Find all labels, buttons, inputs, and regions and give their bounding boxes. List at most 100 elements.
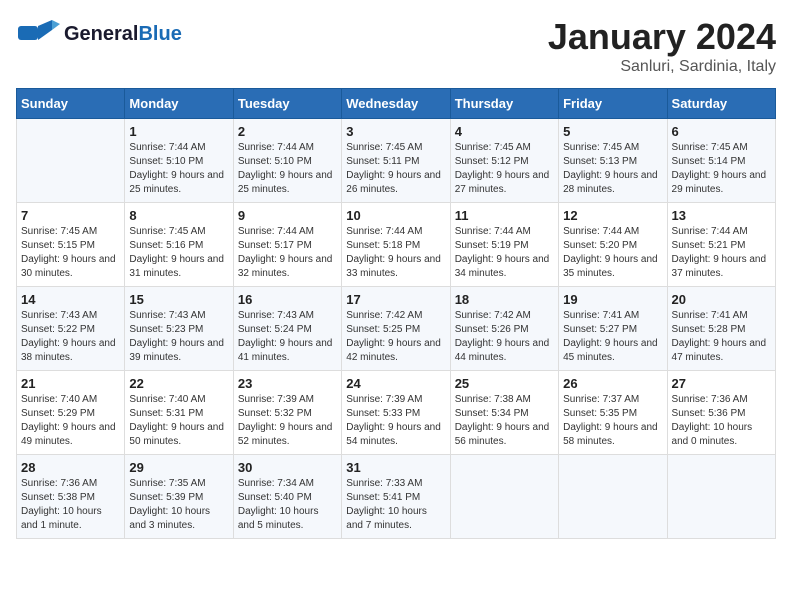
day-number: 17: [346, 292, 445, 307]
calendar-cell: 7 Sunrise: 7:45 AMSunset: 5:15 PMDaylight…: [17, 203, 125, 287]
day-number: 31: [346, 460, 445, 475]
weekday-header: Sunday: [17, 89, 125, 119]
day-info: Sunrise: 7:43 AMSunset: 5:22 PMDaylight:…: [21, 309, 120, 365]
weekday-header: Wednesday: [342, 89, 450, 119]
day-number: 16: [238, 292, 337, 307]
day-number: 30: [238, 460, 337, 475]
day-number: 1: [129, 124, 228, 139]
calendar-cell: 12 Sunrise: 7:44 AMSunset: 5:20 PMDayligh…: [559, 203, 667, 287]
logo: GeneralBlue: [16, 16, 182, 52]
logo-text: GeneralBlue: [64, 23, 182, 45]
day-number: 6: [672, 124, 771, 139]
day-number: 10: [346, 208, 445, 223]
day-number: 18: [455, 292, 554, 307]
calendar-cell: 31 Sunrise: 7:33 AMSunset: 5:41 PMDayligh…: [342, 455, 450, 539]
calendar-cell: 4 Sunrise: 7:45 AMSunset: 5:12 PMDaylight…: [450, 119, 558, 203]
day-number: 29: [129, 460, 228, 475]
day-info: Sunrise: 7:33 AMSunset: 5:41 PMDaylight:…: [346, 477, 445, 533]
day-info: Sunrise: 7:44 AMSunset: 5:19 PMDaylight:…: [455, 225, 554, 281]
weekday-header: Thursday: [450, 89, 558, 119]
day-number: 23: [238, 376, 337, 391]
day-info: Sunrise: 7:45 AMSunset: 5:15 PMDaylight:…: [21, 225, 120, 281]
day-number: 26: [563, 376, 662, 391]
day-info: Sunrise: 7:36 AMSunset: 5:36 PMDaylight:…: [672, 393, 771, 449]
day-info: Sunrise: 7:45 AMSunset: 5:14 PMDaylight:…: [672, 141, 771, 197]
day-info: Sunrise: 7:39 AMSunset: 5:32 PMDaylight:…: [238, 393, 337, 449]
day-number: 8: [129, 208, 228, 223]
calendar-cell: 2Sunrise: 7:44 AMSunset: 5:10 PMDaylight…: [233, 119, 341, 203]
calendar-cell: [450, 455, 558, 539]
calendar-cell: 18 Sunrise: 7:42 AMSunset: 5:26 PMDayligh…: [450, 287, 558, 371]
calendar-cell: 21 Sunrise: 7:40 AMSunset: 5:29 PMDayligh…: [17, 371, 125, 455]
calendar-week-row: 1Sunrise: 7:44 AMSunset: 5:10 PMDaylight…: [17, 119, 776, 203]
day-number: 22: [129, 376, 228, 391]
day-info: Sunrise: 7:45 AMSunset: 5:11 PMDaylight:…: [346, 141, 445, 197]
calendar-week-row: 7 Sunrise: 7:45 AMSunset: 5:15 PMDaylight…: [17, 203, 776, 287]
location-title: Sanluri, Sardinia, Italy: [548, 58, 776, 76]
calendar-cell: 9Sunrise: 7:44 AMSunset: 5:17 PMDaylight…: [233, 203, 341, 287]
day-number: 12: [563, 208, 662, 223]
calendar-cell: 3Sunrise: 7:45 AMSunset: 5:11 PMDaylight…: [342, 119, 450, 203]
calendar-cell: 20 Sunrise: 7:41 AMSunset: 5:28 PMDayligh…: [667, 287, 775, 371]
day-number: 7: [21, 208, 120, 223]
calendar-cell: 11 Sunrise: 7:44 AMSunset: 5:19 PMDayligh…: [450, 203, 558, 287]
calendar-cell: 30 Sunrise: 7:34 AMSunset: 5:40 PMDayligh…: [233, 455, 341, 539]
day-number: 20: [672, 292, 771, 307]
day-number: 13: [672, 208, 771, 223]
day-number: 11: [455, 208, 554, 223]
day-info: Sunrise: 7:38 AMSunset: 5:34 PMDaylight:…: [455, 393, 554, 449]
calendar-cell: 24Sunrise: 7:39 AMSunset: 5:33 PMDayligh…: [342, 371, 450, 455]
day-info: Sunrise: 7:42 AMSunset: 5:26 PMDaylight:…: [455, 309, 554, 365]
calendar-cell: 1Sunrise: 7:44 AMSunset: 5:10 PMDaylight…: [125, 119, 233, 203]
day-number: 4: [455, 124, 554, 139]
calendar-cell: [667, 455, 775, 539]
day-info: Sunrise: 7:43 AMSunset: 5:23 PMDaylight:…: [129, 309, 228, 365]
calendar-cell: 10 Sunrise: 7:44 AMSunset: 5:18 PMDayligh…: [342, 203, 450, 287]
day-info: Sunrise: 7:45 AMSunset: 5:13 PMDaylight:…: [563, 141, 662, 197]
day-info: Sunrise: 7:41 AMSunset: 5:28 PMDaylight:…: [672, 309, 771, 365]
day-info: Sunrise: 7:45 AMSunset: 5:12 PMDaylight:…: [455, 141, 554, 197]
day-number: 27: [672, 376, 771, 391]
calendar-cell: 14 Sunrise: 7:43 AMSunset: 5:22 PMDayligh…: [17, 287, 125, 371]
day-info: Sunrise: 7:34 AMSunset: 5:40 PMDaylight:…: [238, 477, 337, 533]
day-info: Sunrise: 7:40 AMSunset: 5:29 PMDaylight:…: [21, 393, 120, 449]
calendar-cell: [17, 119, 125, 203]
day-number: 24: [346, 376, 445, 391]
weekday-header: Monday: [125, 89, 233, 119]
calendar-week-row: 28Sunrise: 7:36 AMSunset: 5:38 PMDayligh…: [17, 455, 776, 539]
calendar-cell: 25 Sunrise: 7:38 AMSunset: 5:34 PMDayligh…: [450, 371, 558, 455]
calendar-cell: 22Sunrise: 7:40 AMSunset: 5:31 PMDayligh…: [125, 371, 233, 455]
calendar-cell: 8Sunrise: 7:45 AMSunset: 5:16 PMDaylight…: [125, 203, 233, 287]
title-area: January 2024 Sanluri, Sardinia, Italy: [548, 16, 776, 76]
day-info: Sunrise: 7:37 AMSunset: 5:35 PMDaylight:…: [563, 393, 662, 449]
day-number: 14: [21, 292, 120, 307]
day-info: Sunrise: 7:42 AMSunset: 5:25 PMDaylight:…: [346, 309, 445, 365]
calendar-cell: 5Sunrise: 7:45 AMSunset: 5:13 PMDaylight…: [559, 119, 667, 203]
calendar-cell: 28Sunrise: 7:36 AMSunset: 5:38 PMDayligh…: [17, 455, 125, 539]
day-info: Sunrise: 7:41 AMSunset: 5:27 PMDaylight:…: [563, 309, 662, 365]
day-info: Sunrise: 7:35 AMSunset: 5:39 PMDaylight:…: [129, 477, 228, 533]
page-header: GeneralBlue January 2024 Sanluri, Sardin…: [16, 16, 776, 76]
day-number: 28: [21, 460, 120, 475]
day-info: Sunrise: 7:44 AMSunset: 5:20 PMDaylight:…: [563, 225, 662, 281]
month-title: January 2024: [548, 16, 776, 58]
day-number: 19: [563, 292, 662, 307]
day-number: 15: [129, 292, 228, 307]
calendar-cell: 26 Sunrise: 7:37 AMSunset: 5:35 PMDayligh…: [559, 371, 667, 455]
weekday-header: Tuesday: [233, 89, 341, 119]
calendar-cell: 29 Sunrise: 7:35 AMSunset: 5:39 PMDayligh…: [125, 455, 233, 539]
calendar-cell: 19 Sunrise: 7:41 AMSunset: 5:27 PMDayligh…: [559, 287, 667, 371]
calendar-cell: 6 Sunrise: 7:45 AMSunset: 5:14 PMDaylight…: [667, 119, 775, 203]
day-number: 25: [455, 376, 554, 391]
day-info: Sunrise: 7:43 AMSunset: 5:24 PMDaylight:…: [238, 309, 337, 365]
day-number: 2: [238, 124, 337, 139]
day-number: 21: [21, 376, 120, 391]
weekday-header: Saturday: [667, 89, 775, 119]
day-info: Sunrise: 7:44 AMSunset: 5:18 PMDaylight:…: [346, 225, 445, 281]
calendar-week-row: 21 Sunrise: 7:40 AMSunset: 5:29 PMDayligh…: [17, 371, 776, 455]
calendar-table: SundayMondayTuesdayWednesdayThursdayFrid…: [16, 88, 776, 539]
logo-icon: [16, 16, 60, 52]
calendar-cell: 13Sunrise: 7:44 AMSunset: 5:21 PMDayligh…: [667, 203, 775, 287]
calendar-cell: 15 Sunrise: 7:43 AMSunset: 5:23 PMDayligh…: [125, 287, 233, 371]
weekday-header-row: SundayMondayTuesdayWednesdayThursdayFrid…: [17, 89, 776, 119]
